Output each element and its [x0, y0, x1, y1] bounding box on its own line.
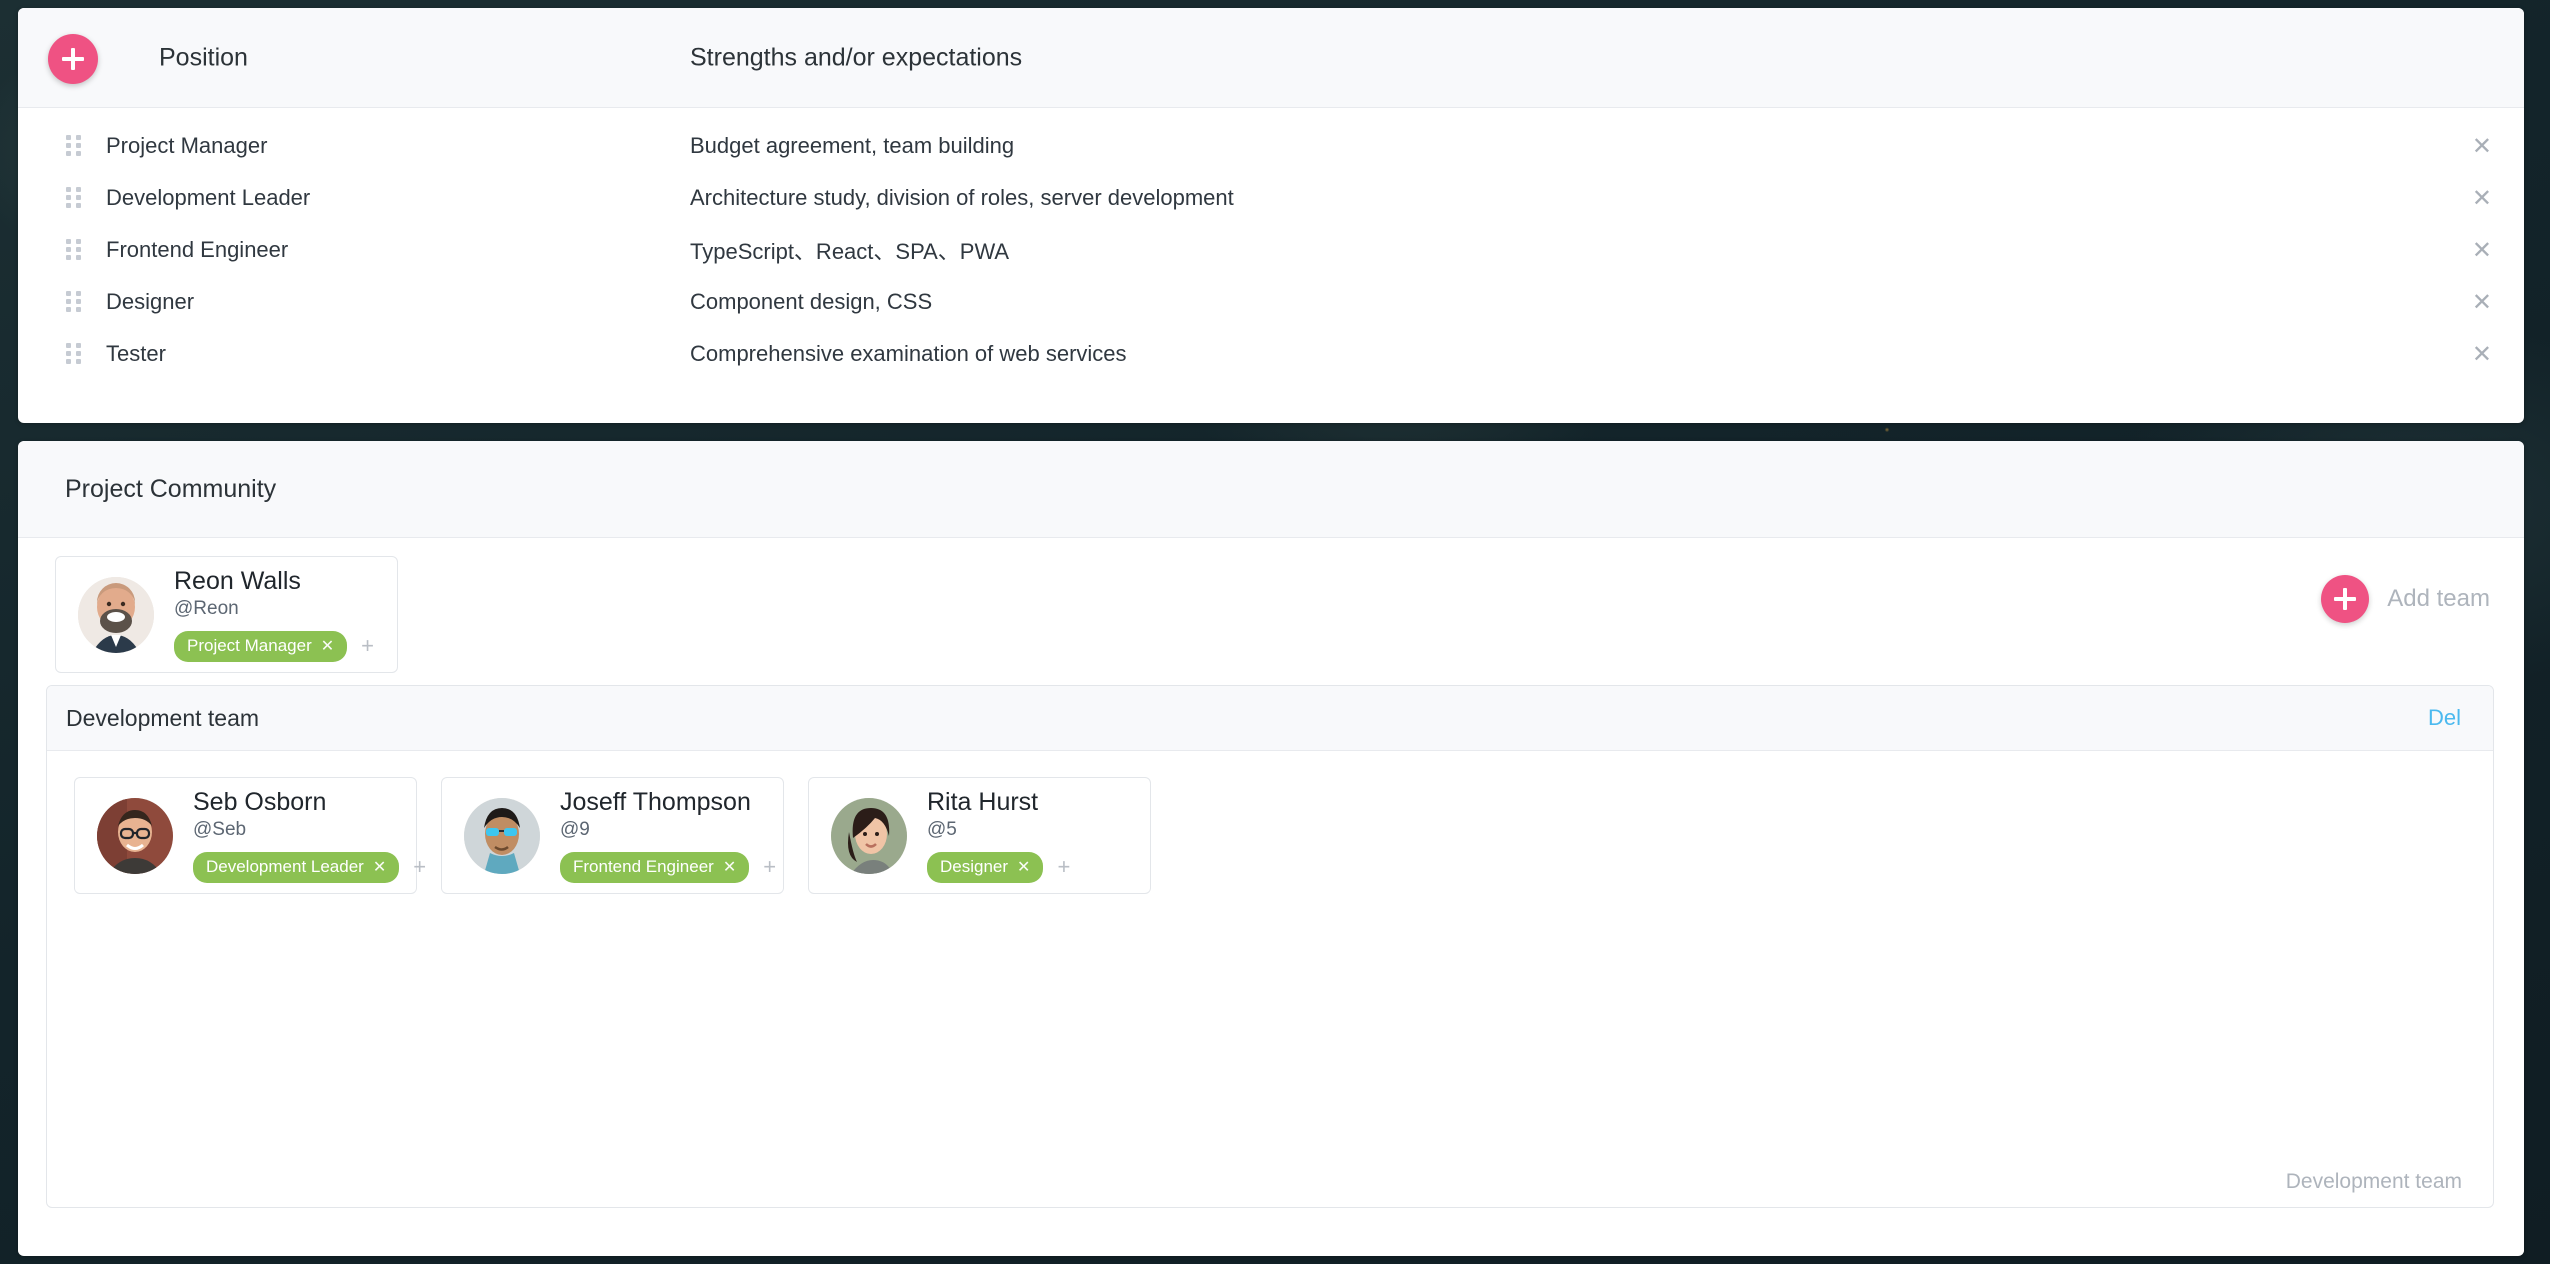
drag-handle-icon[interactable]: [66, 291, 84, 313]
member-card-owner: Reon Walls @Reon Project Manager ✕ +: [55, 556, 398, 673]
tag-row: Frontend Engineer ✕ +: [560, 851, 776, 883]
member-handle: @9: [560, 818, 590, 840]
close-icon[interactable]: ✕: [723, 858, 736, 875]
row-position-label: Development Leader: [106, 185, 311, 210]
row-position-label: Project Manager: [106, 133, 268, 158]
member-name: Seb Osborn: [193, 788, 327, 817]
drag-handle-icon[interactable]: [66, 135, 84, 157]
close-icon[interactable]: ✕: [2472, 290, 2492, 314]
table-row: Tester Comprehensive examination of web …: [18, 328, 2524, 380]
add-team-button[interactable]: Add team: [2321, 575, 2490, 623]
close-icon[interactable]: ✕: [2472, 134, 2492, 158]
drag-handle-icon[interactable]: [66, 239, 84, 261]
row-strengths-label: Architecture study, division of roles, s…: [690, 185, 1234, 210]
avatar: [464, 797, 540, 874]
column-header-position: Position: [159, 43, 248, 72]
close-icon[interactable]: ✕: [321, 637, 334, 654]
tag-row: Project Manager ✕ +: [174, 630, 374, 662]
close-icon[interactable]: ✕: [373, 858, 386, 875]
drag-handle-icon[interactable]: [66, 187, 84, 209]
drag-handle-icon[interactable]: [66, 343, 84, 365]
member-info: Joseff Thompson @9 Frontend Engineer ✕ +: [560, 788, 776, 883]
member-info: Reon Walls @Reon Project Manager ✕ +: [174, 567, 374, 662]
tag-row: Designer ✕ +: [927, 851, 1070, 883]
add-role-button[interactable]: +: [763, 856, 776, 878]
add-role-button[interactable]: +: [413, 856, 426, 878]
table-row: Project Manager Budget agreement, team b…: [18, 120, 2524, 172]
member-card: Joseff Thompson @9 Frontend Engineer ✕ +: [441, 777, 784, 894]
member-handle: @Seb: [193, 818, 247, 840]
close-icon[interactable]: ✕: [2472, 186, 2492, 210]
column-header-strengths: Strengths and/or expectations: [690, 43, 1023, 72]
team-box: Development team Del Seb Osborn @Seb Dev…: [46, 685, 2494, 1208]
add-role-button[interactable]: +: [361, 635, 374, 657]
team-footer-label: Development team: [2285, 1170, 2462, 1193]
close-icon[interactable]: ✕: [1017, 858, 1030, 875]
avatar: [78, 576, 154, 653]
role-tag-label: Designer: [940, 856, 1009, 876]
team-header: Development team Del: [47, 686, 2493, 751]
role-tag-label: Frontend Engineer: [573, 856, 714, 876]
role-tag[interactable]: Designer ✕: [927, 851, 1044, 883]
member-handle: @5: [927, 818, 957, 840]
position-table-panel: Position Strengths and/or expectations P…: [18, 8, 2524, 423]
row-position-label: Tester: [106, 341, 166, 366]
project-community-panel: Project Community Add team Reon Walls @R…: [18, 441, 2524, 1256]
avatar: [831, 797, 907, 874]
tag-row: Development Leader ✕ +: [193, 851, 426, 883]
add-role-button[interactable]: +: [1057, 856, 1070, 878]
position-table-header: Position Strengths and/or expectations: [18, 8, 2524, 108]
community-header: Project Community: [18, 441, 2524, 538]
avatar: [97, 797, 173, 874]
member-name: Joseff Thompson: [560, 788, 751, 817]
add-team-label: Add team: [2387, 585, 2490, 612]
page-title: Project Community: [65, 474, 277, 503]
delete-team-button[interactable]: Del: [2428, 705, 2461, 731]
role-tag[interactable]: Development Leader ✕: [193, 851, 400, 883]
member-info: Rita Hurst @5 Designer ✕ +: [927, 788, 1070, 883]
community-body: Add team Reon Walls @Reon Project Manage…: [18, 538, 2524, 1255]
member-card: Rita Hurst @5 Designer ✕ +: [808, 777, 1151, 894]
row-position-label: Designer: [106, 289, 195, 314]
table-row: Designer Component design, CSS ✕: [18, 276, 2524, 328]
table-row: Development Leader Architecture study, d…: [18, 172, 2524, 224]
role-tag[interactable]: Frontend Engineer ✕: [560, 851, 750, 883]
close-icon[interactable]: ✕: [2472, 238, 2492, 262]
plus-icon: [2321, 575, 2370, 623]
member-name: Rita Hurst: [927, 788, 1039, 817]
row-strengths-label: TypeScript、React、SPA、PWA: [690, 239, 1010, 264]
row-strengths-label: Component design, CSS: [690, 289, 933, 314]
member-name: Reon Walls: [174, 567, 301, 596]
row-strengths-label: Budget agreement, team building: [690, 133, 1015, 158]
role-tag-label: Project Manager: [187, 635, 312, 655]
add-position-button[interactable]: [48, 34, 98, 84]
position-table-body: Project Manager Budget agreement, team b…: [18, 108, 2524, 380]
role-tag[interactable]: Project Manager ✕: [174, 630, 348, 662]
role-tag-label: Development Leader: [206, 856, 364, 876]
close-icon[interactable]: ✕: [2472, 342, 2492, 366]
row-strengths-label: Comprehensive examination of web service…: [690, 341, 1127, 366]
row-position-label: Frontend Engineer: [106, 237, 289, 262]
member-card: Seb Osborn @Seb Development Leader ✕ +: [74, 777, 426, 894]
team-name: Development team: [66, 704, 260, 731]
table-row: Frontend Engineer TypeScript、React、SPA、P…: [18, 224, 2524, 276]
team-members-list: Seb Osborn @Seb Development Leader ✕ + J…: [47, 751, 2493, 988]
member-handle: @Reon: [174, 597, 239, 619]
member-info: Seb Osborn @Seb Development Leader ✕ +: [193, 788, 426, 883]
